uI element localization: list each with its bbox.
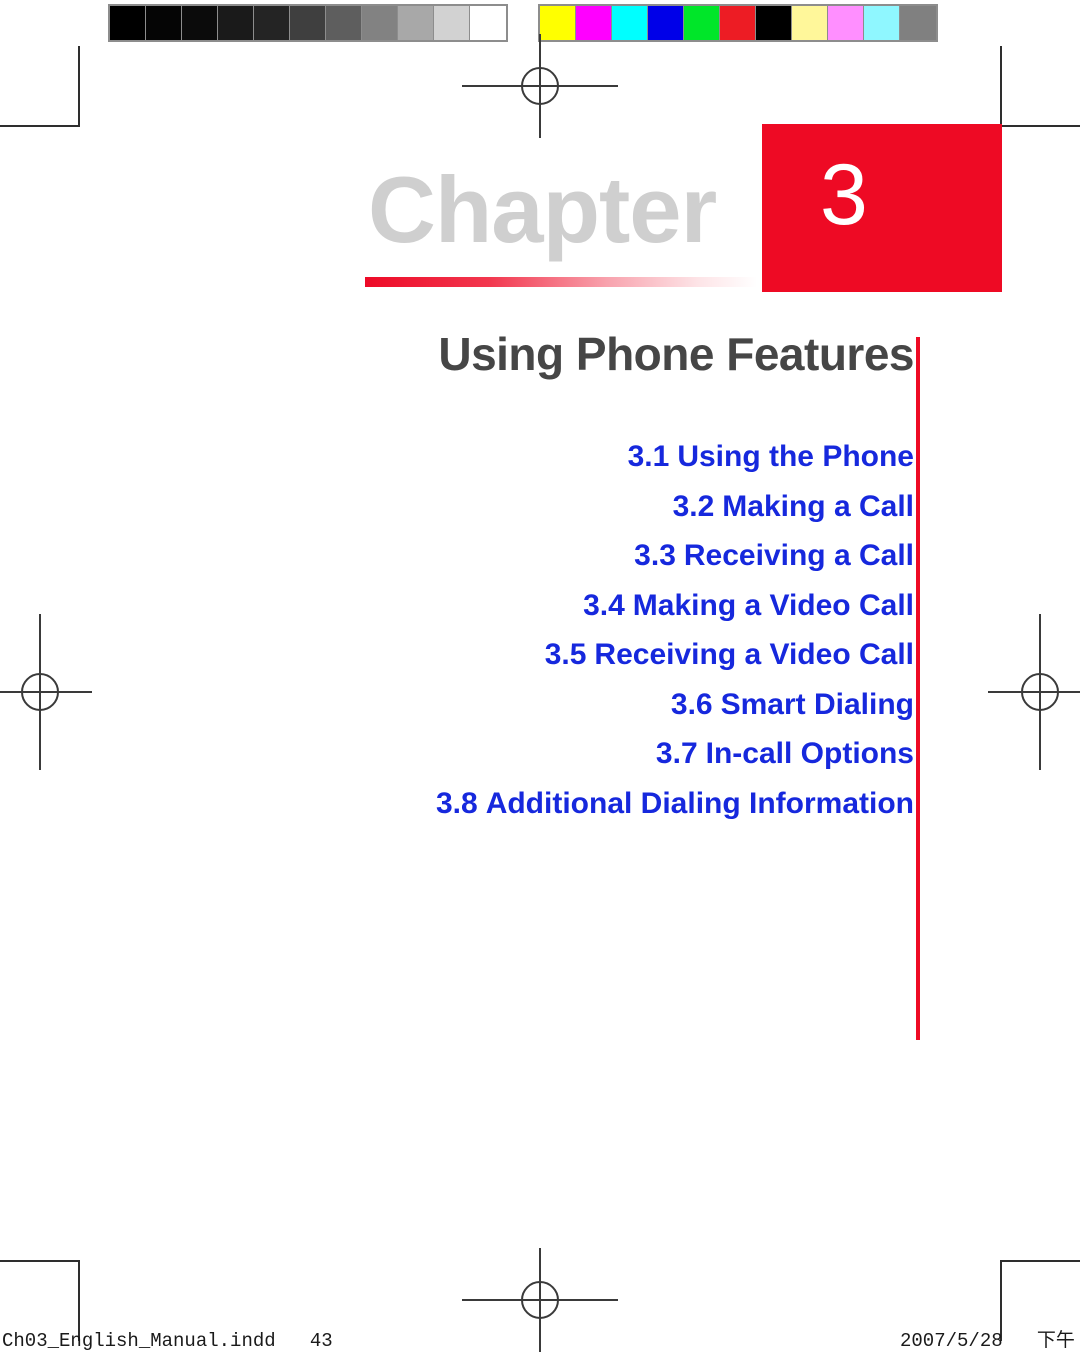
toc-entry-3-7[interactable]: 3.7 In-call Options — [154, 729, 914, 779]
toc-entry-3-1[interactable]: 3.1 Using the Phone — [154, 432, 914, 482]
grayscale-patch — [254, 6, 290, 40]
crop-mark-top-right-vertical — [1000, 46, 1002, 126]
toc-entry-label: Receiving a Call — [683, 539, 914, 572]
toc-entry-3-4[interactable]: 3.4 Making a Video Call — [154, 581, 914, 631]
crop-mark-bottom-left-horizontal — [0, 1260, 80, 1262]
color-patch — [648, 6, 684, 40]
grayscale-calibration-bar — [108, 4, 508, 42]
chapter-number-box: 3 — [762, 124, 1002, 292]
toc-entry-number: 3.6 — [670, 687, 713, 721]
manual-chapter-page: Chapter 3 Using Phone Features 3.1 Using … — [0, 0, 1080, 1364]
color-calibration-bar — [538, 4, 938, 42]
color-patch — [756, 6, 792, 40]
color-patch — [612, 6, 648, 40]
registration-mark-bottom — [462, 1248, 618, 1352]
crop-mark-top-left-horizontal — [0, 125, 80, 127]
registration-mark-right — [988, 614, 1080, 770]
registration-mark-top — [462, 34, 618, 138]
color-patch — [792, 6, 828, 40]
toc-entry-number: 3.4 — [583, 588, 625, 622]
chapter-contents-list: 3.1 Using the Phone 3.2 Making a Call 3.3 Rec… — [154, 432, 914, 828]
color-patch — [828, 6, 864, 40]
crop-mark-bottom-left-vertical — [78, 1261, 80, 1341]
footer-timestamp: 2007/5/28 下午 06:16: — [900, 1330, 1075, 1352]
toc-entry-label: In-call Options — [705, 737, 914, 770]
registration-mark-left — [0, 614, 92, 770]
crop-mark-top-right-horizontal — [1000, 125, 1080, 127]
toc-entry-3-5[interactable]: 3.5 Receiving a Video Call — [154, 630, 914, 680]
grayscale-patch — [326, 6, 362, 40]
chapter-gradient-rule — [365, 277, 757, 287]
crop-mark-bottom-right-horizontal — [1000, 1260, 1080, 1262]
toc-entry-3-3[interactable]: 3.3 Receiving a Call — [154, 531, 914, 581]
toc-entry-number: 3.8 — [435, 786, 478, 820]
toc-entry-3-6[interactable]: 3.6 Smart Dialing — [154, 680, 914, 730]
crop-mark-top-left-vertical — [78, 46, 80, 126]
registration-ring-icon — [21, 673, 59, 711]
grayscale-patch — [110, 6, 146, 40]
toc-entry-3-8[interactable]: 3.8 Additional Dialing Information — [154, 779, 914, 829]
title-accent-rule — [916, 337, 920, 1040]
grayscale-patch — [362, 6, 398, 40]
toc-entry-label: Smart Dialing — [720, 687, 914, 721]
chapter-number-label: 3 — [820, 147, 868, 243]
registration-ring-icon — [521, 67, 559, 105]
toc-entry-number: 3.5 — [544, 638, 587, 671]
color-patch — [720, 6, 756, 40]
toc-entry-number: 3.2 — [672, 489, 715, 523]
registration-ring-icon — [1021, 673, 1059, 711]
page-title: Using Phone Features — [438, 328, 914, 380]
grayscale-patch — [290, 6, 326, 40]
grayscale-patch — [398, 6, 434, 40]
grayscale-patch — [218, 6, 254, 40]
toc-entry-label: Using the Phone — [677, 440, 914, 473]
grayscale-patch — [434, 6, 470, 40]
color-patch — [684, 6, 720, 40]
grayscale-patch — [182, 6, 218, 40]
toc-entry-label: Receiving a Video Call — [594, 638, 914, 671]
footer-filename: Ch03_English_Manual.indd 43 — [2, 1330, 333, 1352]
toc-entry-label: Making a Video Call — [632, 588, 914, 622]
chapter-word-label: Chapter — [368, 157, 717, 262]
color-patch — [900, 6, 936, 40]
toc-entry-label: Making a Call — [722, 489, 914, 523]
registration-ring-icon — [521, 1281, 559, 1319]
grayscale-patch — [146, 6, 182, 40]
toc-entry-label: Additional Dialing Information — [485, 786, 914, 820]
toc-entry-number: 3.3 — [634, 539, 676, 572]
color-patch — [864, 6, 900, 40]
toc-entry-3-2[interactable]: 3.2 Making a Call — [154, 482, 914, 532]
toc-entry-number: 3.1 — [627, 440, 670, 473]
toc-entry-number: 3.7 — [655, 737, 698, 770]
